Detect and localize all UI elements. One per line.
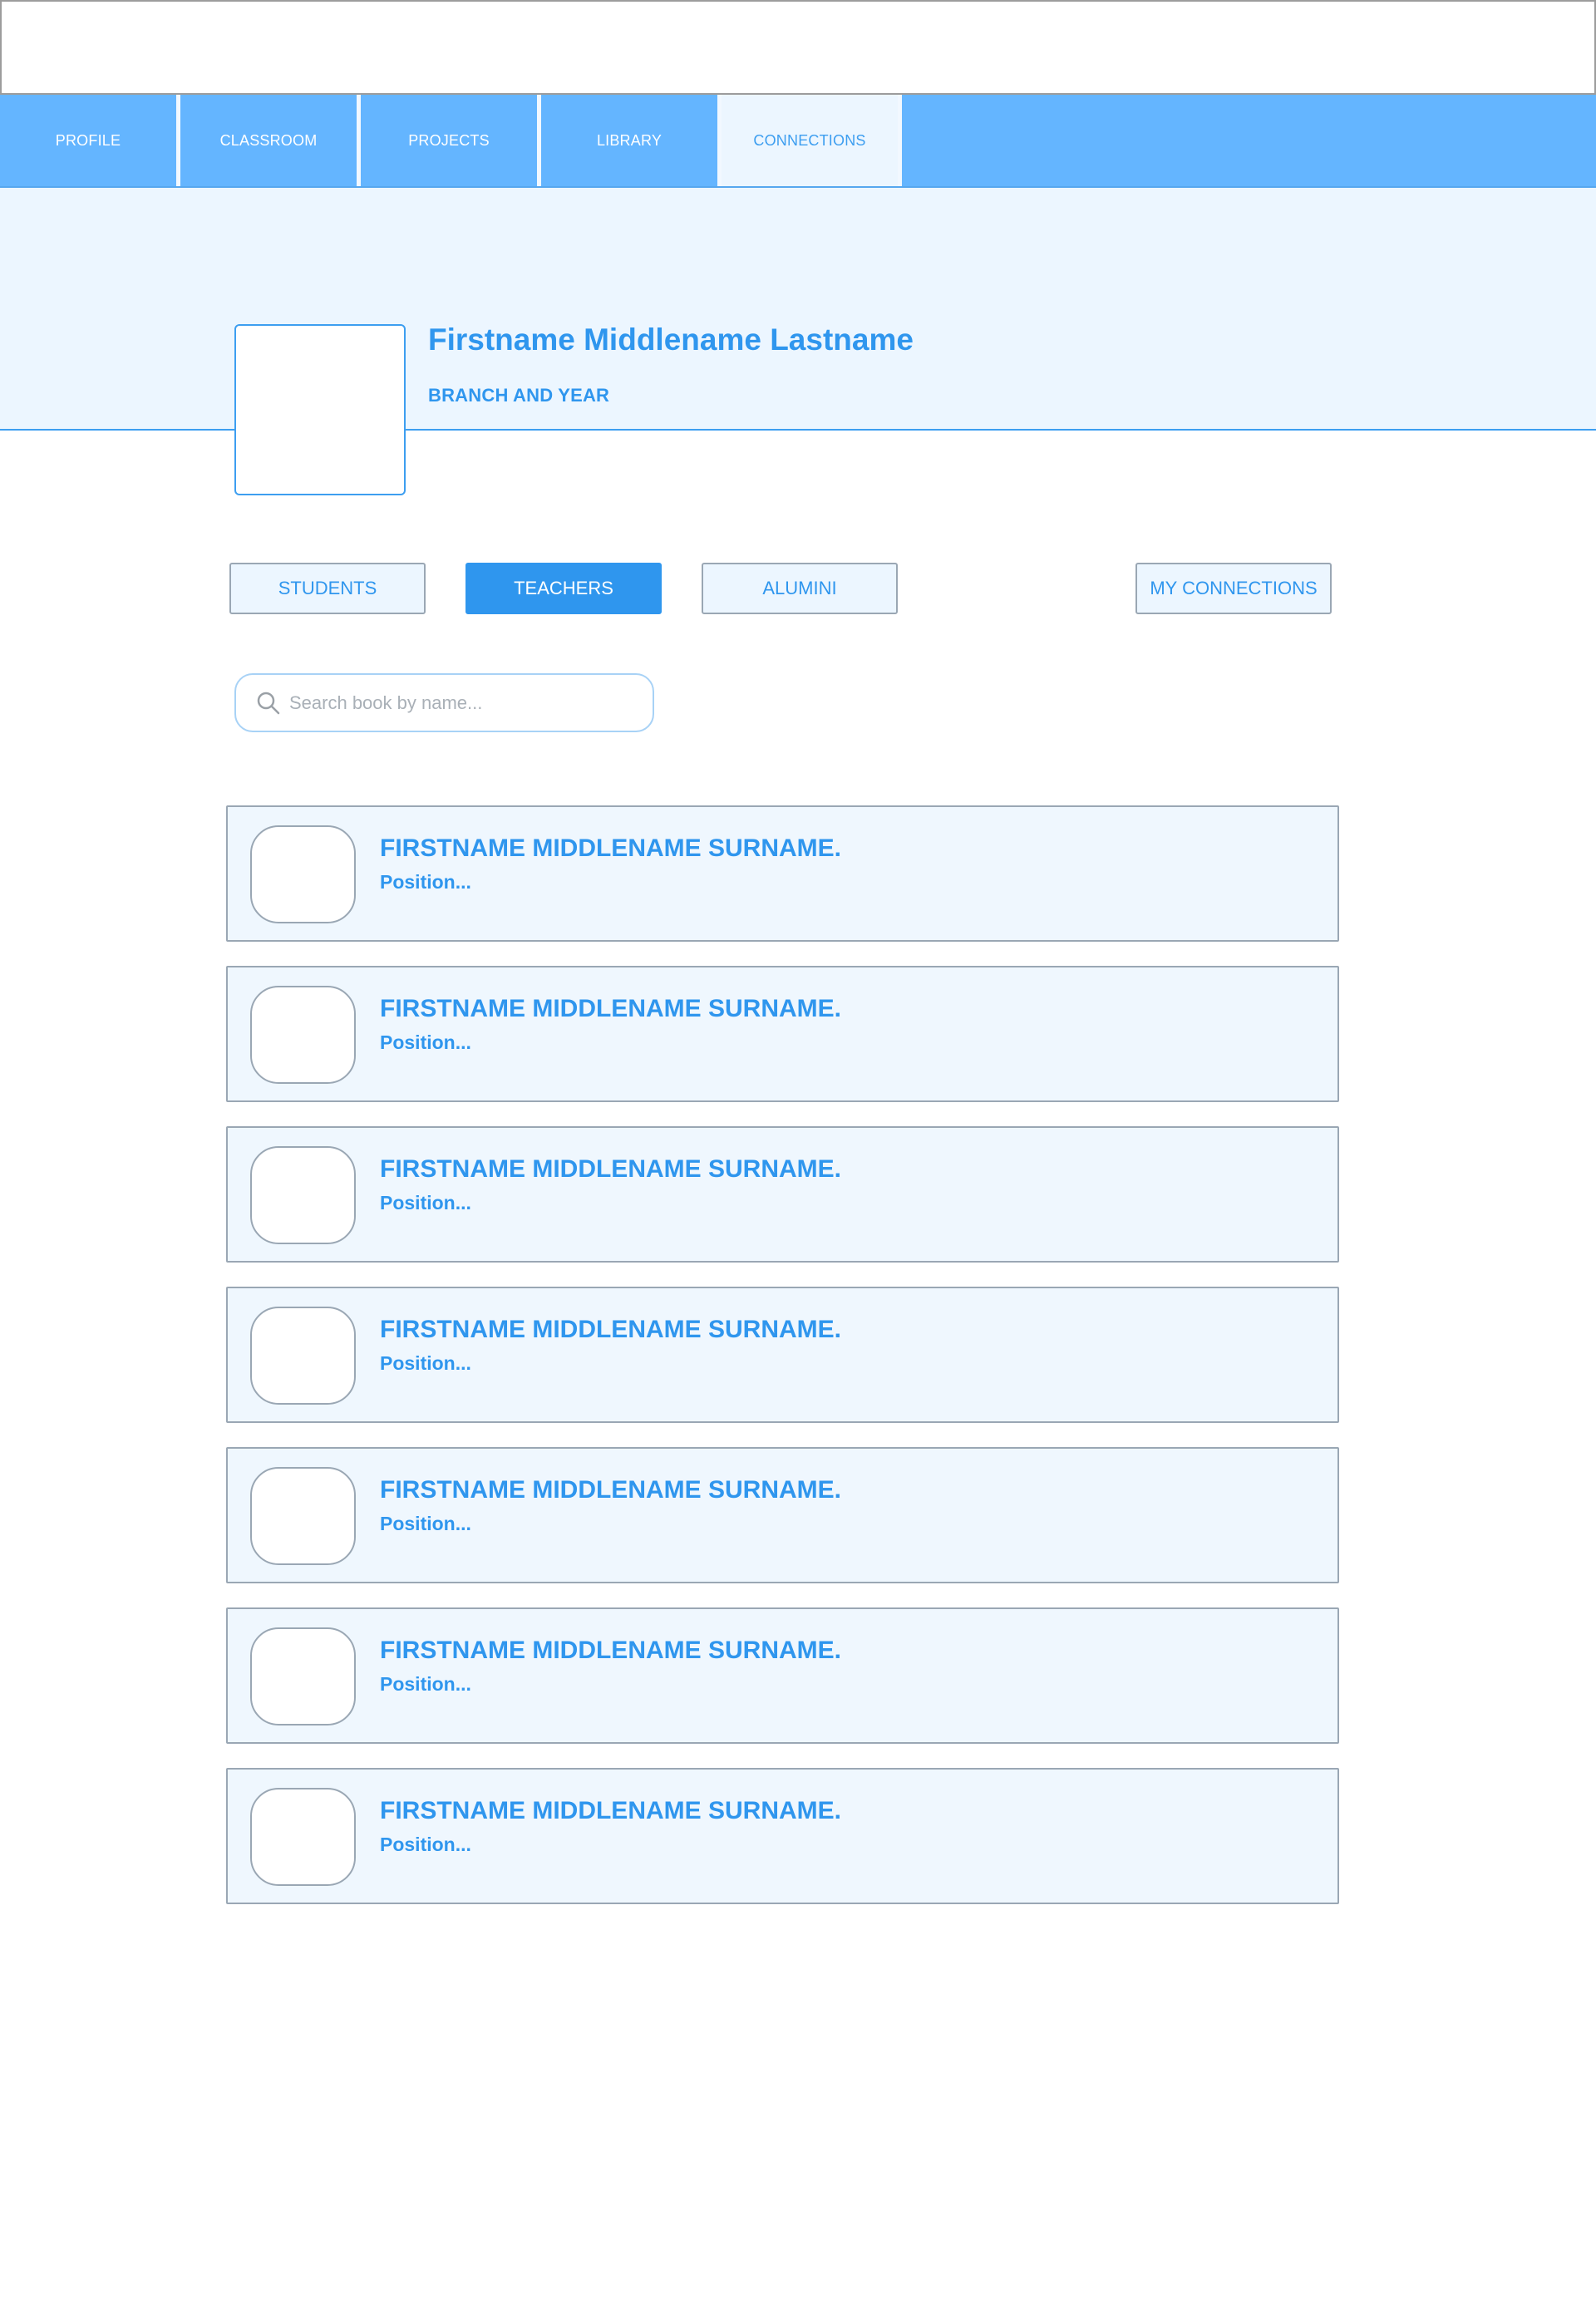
connection-name: FIRSTNAME MIDDLENAME SURNAME. <box>380 1476 841 1504</box>
my-connections-button[interactable]: MY CONNECTIONS <box>1135 563 1332 614</box>
avatar[interactable] <box>250 1467 356 1565</box>
connection-position: Position... <box>380 1673 471 1695</box>
profile-branch-year: BRANCH AND YEAR <box>428 385 610 406</box>
connection-position: Position... <box>380 1031 471 1053</box>
connection-name: FIRSTNAME MIDDLENAME SURNAME. <box>380 1797 841 1824</box>
nav-divider <box>898 95 902 186</box>
avatar[interactable] <box>250 986 356 1084</box>
students-filter-button[interactable]: STUDENTS <box>229 563 426 614</box>
profile-avatar[interactable] <box>234 324 406 495</box>
avatar[interactable] <box>250 1307 356 1405</box>
list-item[interactable]: FIRSTNAME MIDDLENAME SURNAME. Position..… <box>226 1768 1339 1904</box>
teachers-filter-button[interactable]: TEACHERS <box>466 563 662 614</box>
connection-name: FIRSTNAME MIDDLENAME SURNAME. <box>380 1155 841 1183</box>
list-item[interactable]: FIRSTNAME MIDDLENAME SURNAME. Position..… <box>226 1287 1339 1423</box>
connection-position: Position... <box>380 1192 471 1213</box>
avatar[interactable] <box>250 1788 356 1886</box>
connection-name: FIRSTNAME MIDDLENAME SURNAME. <box>380 995 841 1022</box>
tab-classroom[interactable]: CLASSROOM <box>180 95 357 186</box>
list-item[interactable]: FIRSTNAME MIDDLENAME SURNAME. Position..… <box>226 966 1339 1102</box>
search-icon <box>257 692 280 714</box>
tab-projects[interactable]: PROJECTS <box>361 95 537 186</box>
connection-position: Position... <box>380 871 471 893</box>
connection-name: FIRSTNAME MIDDLENAME SURNAME. <box>380 834 841 862</box>
search-input[interactable] <box>289 692 638 714</box>
connection-position: Position... <box>380 1352 471 1374</box>
connection-name: FIRSTNAME MIDDLENAME SURNAME. <box>380 1316 841 1343</box>
list-item[interactable]: FIRSTNAME MIDDLENAME SURNAME. Position..… <box>226 805 1339 942</box>
search-box <box>234 673 654 732</box>
main-nav: PROFILE CLASSROOM PROJECTS LIBRARY CONNE… <box>0 95 1596 188</box>
alumni-filter-button[interactable]: ALUMINI <box>702 563 898 614</box>
list-item[interactable]: FIRSTNAME MIDDLENAME SURNAME. Position..… <box>226 1607 1339 1744</box>
profile-name: Firstname Middlename Lastname <box>428 322 914 357</box>
tab-profile[interactable]: PROFILE <box>0 95 176 186</box>
tab-library[interactable]: LIBRARY <box>541 95 717 186</box>
avatar[interactable] <box>250 825 356 923</box>
list-item[interactable]: FIRSTNAME MIDDLENAME SURNAME. Position..… <box>226 1447 1339 1583</box>
connection-position: Position... <box>380 1834 471 1855</box>
avatar[interactable] <box>250 1627 356 1725</box>
top-header-bar <box>0 0 1596 95</box>
connections-list: FIRSTNAME MIDDLENAME SURNAME. Position..… <box>226 805 1339 1928</box>
list-item[interactable]: FIRSTNAME MIDDLENAME SURNAME. Position..… <box>226 1126 1339 1263</box>
connection-position: Position... <box>380 1513 471 1534</box>
connection-name: FIRSTNAME MIDDLENAME SURNAME. <box>380 1637 841 1664</box>
tab-connections[interactable]: CONNECTIONS <box>722 95 898 186</box>
page: PROFILE CLASSROOM PROJECTS LIBRARY CONNE… <box>0 0 1596 2299</box>
avatar[interactable] <box>250 1146 356 1244</box>
